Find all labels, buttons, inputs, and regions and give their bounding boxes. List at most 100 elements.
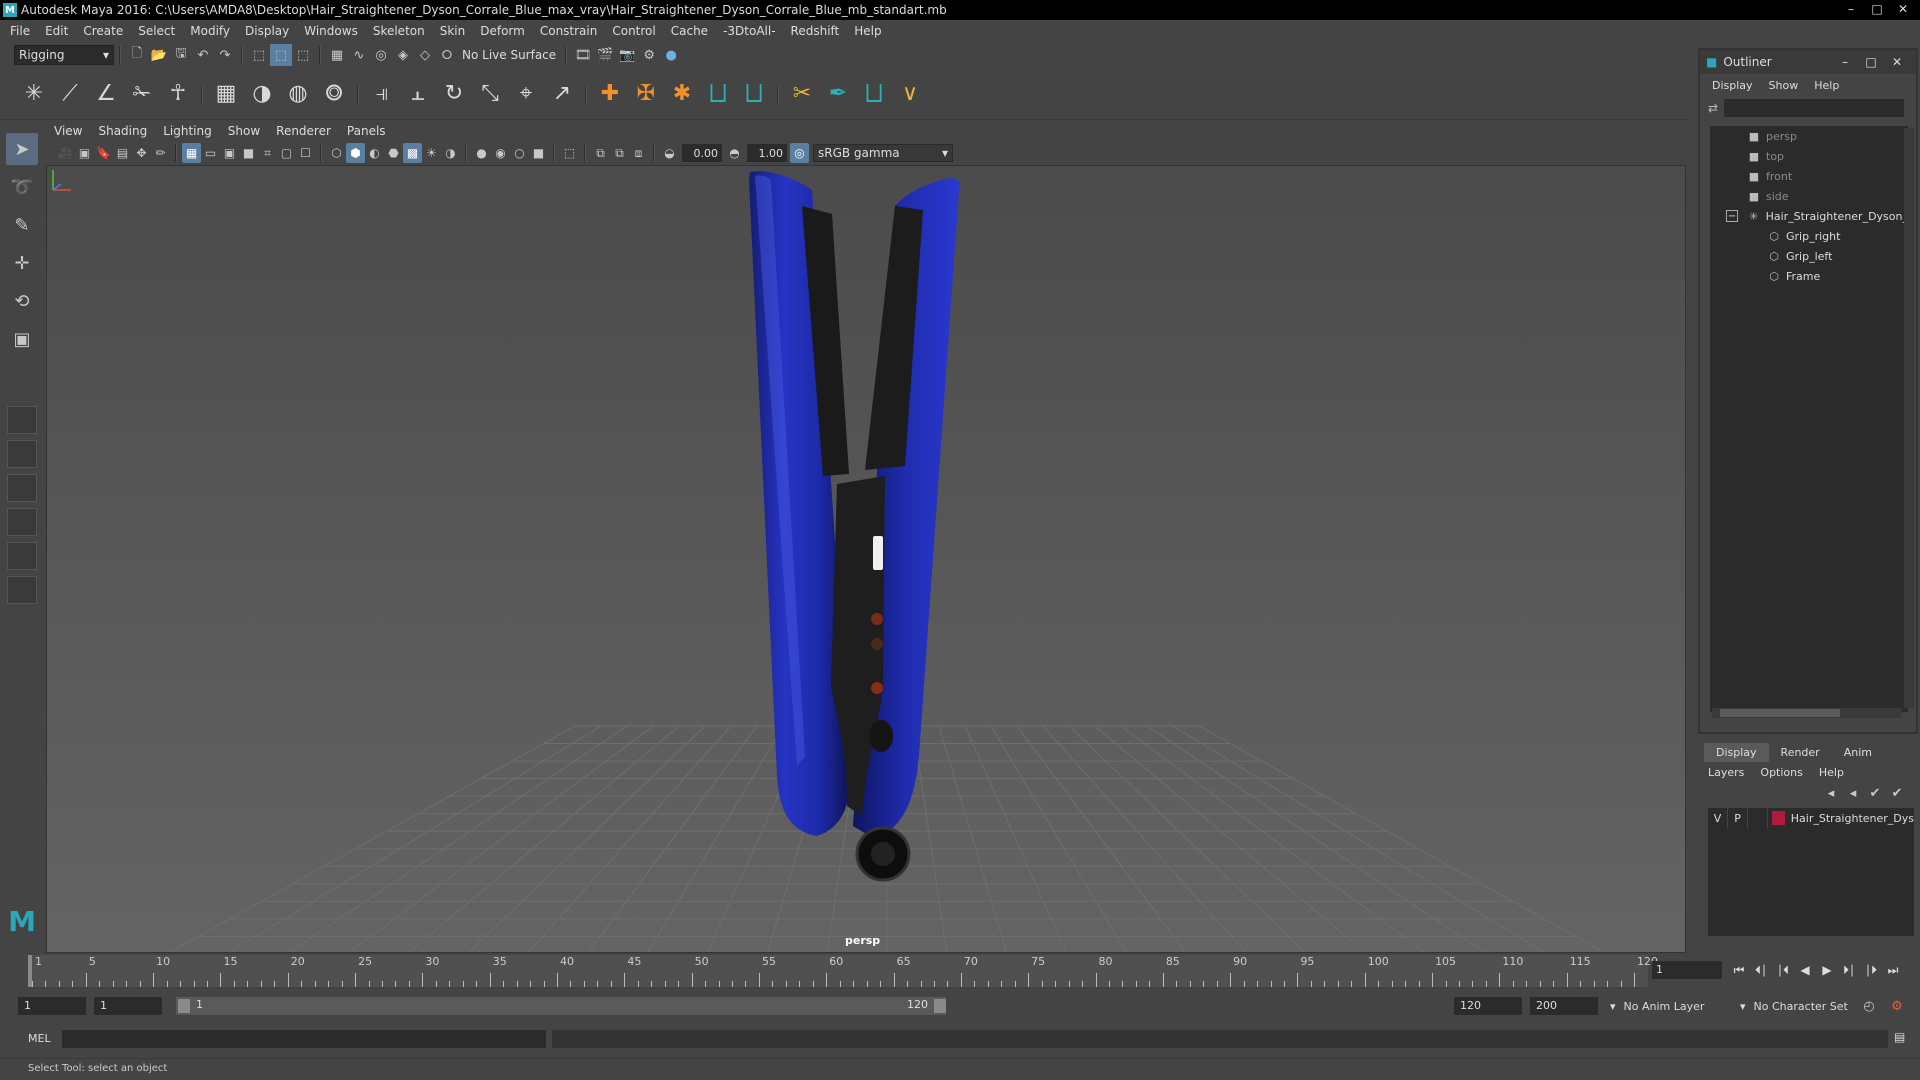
snap-point-icon[interactable]: ◎ <box>370 44 392 66</box>
anim-layer-dropdown[interactable]: ▾ No Anim Layer <box>1610 997 1740 1015</box>
render-settings-icon[interactable]: ⚙ <box>638 44 660 66</box>
menu-3dtoall[interactable]: -3DtoAll- <box>723 24 775 38</box>
exposure-icon[interactable]: ◒ <box>660 143 679 163</box>
panel-menu-panels[interactable]: Panels <box>347 124 386 138</box>
exposure-field[interactable] <box>682 144 722 162</box>
point-constraint-icon[interactable]: ⫣ <box>364 76 400 112</box>
live-surface-icon[interactable]: ⭘ <box>436 44 458 66</box>
grid-toggle-icon[interactable]: ▦ <box>182 143 201 163</box>
joint-tool-icon[interactable]: ✳ <box>16 76 52 112</box>
select-object-icon[interactable]: ⬚ <box>270 44 292 66</box>
menu-set-dropdown[interactable]: Rigging ▾ <box>14 45 114 65</box>
scrollbar-thumb[interactable] <box>1720 709 1840 717</box>
live-surface-label[interactable]: No Live Surface <box>462 48 556 62</box>
snap-view-icon[interactable]: ◈ <box>392 44 414 66</box>
layer-row[interactable]: V P Hair_Straightener_Dys <box>1708 808 1914 828</box>
character-set-dropdown[interactable]: ▾ No Character Set <box>1740 997 1870 1015</box>
layer-visibility-toggle[interactable]: V <box>1708 808 1729 828</box>
outliner-item-front[interactable]: ■ front <box>1710 166 1908 186</box>
tab-render[interactable]: Render <box>1769 743 1832 762</box>
layer-menu-layers[interactable]: Layers <box>1708 766 1744 779</box>
move-layer-up-icon[interactable]: ◂ <box>1820 782 1842 804</box>
camera-attributes-icon[interactable]: ▣ <box>75 143 94 163</box>
scale-constraint-icon[interactable]: ⤡ <box>472 76 508 112</box>
new-scene-icon[interactable]: 🗋 <box>126 44 148 66</box>
outliner-item-side[interactable]: ■ side <box>1710 186 1908 206</box>
lattice-icon[interactable]: ▦ <box>208 76 244 112</box>
render-current-icon[interactable]: 🎬 <box>594 44 616 66</box>
field-chart-icon[interactable]: ⌗ <box>258 143 277 163</box>
image-plane-icon[interactable]: ▤ <box>113 143 132 163</box>
select-hierarchy-icon[interactable]: ⬚ <box>248 44 270 66</box>
layer-name[interactable]: Hair_Straightener_Dys <box>1791 812 1914 825</box>
outliner-horizontal-scrollbar[interactable] <box>1712 708 1902 718</box>
xray-active-icon[interactable]: ⧉ <box>610 143 629 163</box>
rigid-bind-icon[interactable]: ✱ <box>664 76 700 112</box>
scale-tool-icon[interactable]: ▣ <box>6 323 38 355</box>
command-language-toggle[interactable]: MEL <box>28 1032 51 1045</box>
step-back-frame-icon[interactable]: ⏴∣ <box>1750 959 1772 981</box>
outliner-menu-help[interactable]: Help <box>1814 79 1839 92</box>
four-pane-layout-icon[interactable] <box>7 440 37 468</box>
view-transform-dropdown[interactable]: sRGB gamma ▾ <box>813 144 953 162</box>
menu-deform[interactable]: Deform <box>480 24 525 38</box>
multisample-aa-icon[interactable]: ○ <box>510 143 529 163</box>
new-empty-layer-icon[interactable]: ✔ <box>1864 782 1886 804</box>
layer-display-type-toggle[interactable] <box>1748 808 1769 828</box>
select-camera-icon[interactable]: 🎥 <box>56 143 75 163</box>
locator-icon[interactable]: ☥ <box>160 76 196 112</box>
auto-key-icon[interactable]: ◴ <box>1858 995 1880 1017</box>
close-icon[interactable]: ✕ <box>1890 0 1916 18</box>
outliner-item-grip-left[interactable]: ⬡ Grip_left <box>1710 246 1908 266</box>
layer-menu-help[interactable]: Help <box>1819 766 1844 779</box>
outliner-menu-display[interactable]: Display <box>1712 79 1753 92</box>
detach-skin-icon[interactable]: ✂ <box>784 76 820 112</box>
minimize-icon[interactable]: – <box>1838 0 1864 18</box>
open-scene-icon[interactable]: 📂 <box>148 44 170 66</box>
wire-icon[interactable]: ⭗ <box>316 76 352 112</box>
snap-curve-icon[interactable]: ∿ <box>348 44 370 66</box>
resolution-gate-icon[interactable]: ▣ <box>220 143 239 163</box>
safe-title-icon[interactable]: ☐ <box>296 143 315 163</box>
undo-icon[interactable]: ↶ <box>192 44 214 66</box>
command-input[interactable] <box>62 1030 546 1048</box>
select-component-icon[interactable]: ⬚ <box>292 44 314 66</box>
move-layer-down-icon[interactable]: ◂ <box>1842 782 1864 804</box>
filter-icon[interactable]: ⇄ <box>1708 101 1718 115</box>
isolate-select-icon[interactable]: ⬚ <box>560 143 579 163</box>
layer-playback-toggle[interactable]: P <box>1728 808 1749 828</box>
wireframe-icon[interactable]: ⬡ <box>327 143 346 163</box>
paint-weights-icon[interactable]: ✁ <box>124 76 160 112</box>
menu-create[interactable]: Create <box>83 24 123 38</box>
bookmark-icon[interactable]: 🔖 <box>94 143 113 163</box>
time-ruler[interactable]: 1 5 10 15 20 25 30 35 40 45 50 55 60 65 70 75 80 85 90 95 10… <box>28 955 1658 987</box>
gate-mask-icon[interactable]: ■ <box>239 143 258 163</box>
go-to-start-icon[interactable]: ⏮ <box>1728 959 1750 981</box>
play-forwards-icon[interactable]: ▶ <box>1816 959 1838 981</box>
maximize-icon[interactable]: □ <box>1864 0 1890 18</box>
wireframe-on-shaded-icon[interactable]: ⬣ <box>384 143 403 163</box>
mirror-weights-icon[interactable]: ⨆ <box>856 76 892 112</box>
menu-file[interactable]: File <box>10 24 30 38</box>
xray-joints-icon[interactable]: ⧈ <box>629 143 648 163</box>
menu-control[interactable]: Control <box>612 24 655 38</box>
save-scene-icon[interactable]: 🖫 <box>170 44 192 66</box>
gamma-icon[interactable]: ◓ <box>725 143 744 163</box>
hypershade-icon[interactable]: ● <box>660 44 682 66</box>
ipr-render-icon[interactable]: 📷 <box>616 44 638 66</box>
blend-shape-icon[interactable]: ⨆ <box>700 76 736 112</box>
tab-display[interactable]: Display <box>1704 743 1769 762</box>
animation-preferences-icon[interactable]: ⚙ <box>1886 995 1908 1017</box>
outliner-item-grip-right[interactable]: ⬡ Grip_right <box>1710 226 1908 246</box>
panel-menu-shading[interactable]: Shading <box>98 124 147 138</box>
textured-icon[interactable]: ▩ <box>403 143 422 163</box>
paint-skin-icon[interactable]: ✒ <box>820 76 856 112</box>
menu-windows[interactable]: Windows <box>304 24 358 38</box>
outliner-item-persp[interactable]: ■ persp <box>1710 126 1908 146</box>
panel-menu-view[interactable]: View <box>54 124 82 138</box>
menu-modify[interactable]: Modify <box>190 24 230 38</box>
step-forward-key-icon[interactable]: ⏵∣ <box>1838 959 1860 981</box>
parent-constraint-icon[interactable]: ⌖ <box>508 76 544 112</box>
cluster-icon[interactable]: ◑ <box>244 76 280 112</box>
wrap-icon[interactable]: ◍ <box>280 76 316 112</box>
